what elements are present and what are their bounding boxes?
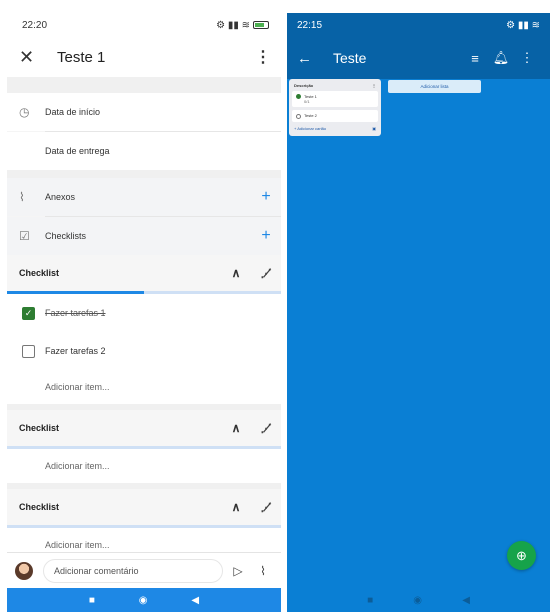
incomplete-dot-icon: [296, 113, 301, 119]
checklist-progress-bar: [7, 525, 281, 528]
back-arrow-icon[interactable]: ←: [297, 50, 323, 67]
checklist-progress-bar: [7, 446, 281, 449]
checklist-title[interactable]: Checklist: [19, 268, 221, 278]
board-card[interactable]: Teste 1 0/1: [292, 91, 378, 108]
list-header: Descrição ⋮: [292, 82, 378, 91]
checklist-header: Checklist ∧ ⋰̸: [7, 489, 281, 525]
bell-icon[interactable]: 🔔︎: [488, 50, 514, 66]
filter-icon[interactable]: ≡: [462, 51, 488, 66]
zoom-fab[interactable]: ⊕: [507, 541, 536, 570]
add-card-row[interactable]: + Adicionar cartão ▣: [292, 125, 378, 132]
board-header: ← Teste ≡ 🔔︎ ⋮: [287, 37, 550, 79]
recents-icon[interactable]: ■: [367, 595, 373, 606]
hide-checked-icon[interactable]: ⋰̸: [251, 422, 281, 435]
add-item-button[interactable]: Adicionar item...: [7, 449, 281, 483]
nav-bar: ■ ◉ ◀: [287, 588, 550, 612]
spacer: [7, 170, 281, 178]
home-icon[interactable]: ◉: [413, 595, 422, 606]
signal-icon: ⚙ ▮▮ ≋: [506, 19, 540, 31]
home-icon[interactable]: ◉: [139, 595, 148, 606]
checklist-item[interactable]: ✓ Fazer tarefas 1: [7, 294, 281, 332]
card-title: Teste 2: [304, 113, 317, 119]
screenshot-root: 22:20 ⚙ ▮▮ ≋ ✕ Teste 1 ⋮ ◷ Data de iníci…: [0, 0, 550, 612]
board-card[interactable]: Teste 2: [292, 110, 378, 122]
complete-dot-icon: [296, 94, 301, 100]
comment-bar: Adicionar comentário ▷ ⌇: [7, 552, 281, 588]
board-list: Descrição ⋮ Teste 1 0/1 Teste 2 + Adicio…: [289, 79, 381, 136]
status-bar: 22:15 ⚙ ▮▮ ≋: [287, 13, 550, 37]
chevron-up-icon[interactable]: ∧: [221, 421, 251, 435]
status-time: 22:20: [22, 19, 48, 31]
checklist-header: Checklist ∧ ⋰̸: [7, 410, 281, 446]
signal-icon: ⚙ ▮▮ ≋: [216, 19, 250, 31]
checklist-header: Checklist ∧ ⋰̸: [7, 255, 281, 291]
add-item-button[interactable]: Adicionar item...: [7, 370, 281, 404]
checklist-item[interactable]: Fazer tarefas 2: [7, 332, 281, 370]
unchecked-checkbox[interactable]: [22, 344, 35, 358]
add-card-button[interactable]: + Adicionar cartão: [294, 126, 326, 131]
checked-checkbox[interactable]: ✓: [22, 306, 35, 320]
card-title: Teste 1: [304, 94, 317, 99]
back-icon[interactable]: ◀: [191, 595, 199, 606]
status-icons: ⚙ ▮▮ ≋: [216, 20, 269, 31]
hide-checked-icon[interactable]: ⋰̸: [251, 267, 281, 280]
card-title[interactable]: Teste 1: [45, 49, 255, 66]
checkbox-icon: ☑: [19, 229, 30, 243]
checklist-item-label[interactable]: Fazer tarefas 1: [45, 308, 106, 318]
recents-icon[interactable]: ■: [89, 595, 95, 606]
checklist-title[interactable]: Checklist: [19, 502, 221, 512]
checklist-item-label[interactable]: Fazer tarefas 2: [45, 346, 106, 356]
attachments-label: Anexos: [45, 192, 76, 202]
battery-icon: [253, 21, 269, 29]
checklist-title[interactable]: Checklist: [19, 423, 221, 433]
add-list-button[interactable]: Adicionar lista: [388, 80, 481, 93]
attachments-row[interactable]: ⌇ Anexos +: [7, 178, 281, 216]
more-options-icon[interactable]: ⋮: [514, 50, 540, 66]
card-detail-screen: 22:20 ⚙ ▮▮ ≋ ✕ Teste 1 ⋮ ◷ Data de iníci…: [7, 13, 281, 612]
nav-bar: ■ ◉ ◀: [7, 588, 281, 612]
card-header: ✕ Teste 1 ⋮: [7, 37, 281, 77]
hide-checked-icon[interactable]: ⋰̸: [251, 501, 281, 514]
status-icons: ⚙ ▮▮ ≋: [506, 20, 540, 31]
chevron-up-icon[interactable]: ∧: [221, 266, 251, 280]
start-date-row[interactable]: ◷ Data de início: [7, 93, 281, 131]
paperclip-icon: ⌇: [19, 190, 25, 204]
progress-fill: [7, 291, 144, 294]
comment-input[interactable]: Adicionar comentário: [43, 558, 223, 583]
clock-icon: ◷: [19, 105, 30, 119]
more-options-icon[interactable]: ⋮: [255, 47, 271, 67]
list-more-icon[interactable]: ⋮: [372, 83, 376, 88]
checklist-progress-bar: [7, 291, 281, 294]
zoom-icon: ⊕: [516, 547, 527, 563]
attach-icon[interactable]: ⌇: [253, 564, 273, 578]
checklists-label: Checklists: [45, 231, 87, 241]
add-checklist-icon[interactable]: +: [251, 227, 281, 245]
checklist-badge: 0/1: [304, 99, 310, 105]
board-title: Teste: [333, 50, 367, 66]
list-title[interactable]: Descrição: [294, 83, 313, 88]
spacer: [7, 77, 281, 93]
send-icon[interactable]: ▷: [223, 564, 253, 578]
status-time: 22:15: [297, 19, 323, 31]
checklists-row[interactable]: ☑ Checklists +: [7, 217, 281, 255]
start-date-label: Data de início: [45, 107, 101, 117]
avatar: [15, 561, 33, 580]
board-screen: 22:15 ⚙ ▮▮ ≋ ← Teste ≡ 🔔︎ ⋮ Descrição ⋮ …: [287, 13, 550, 612]
close-icon[interactable]: ✕: [19, 47, 45, 68]
due-date-label: Data de entrega: [45, 146, 110, 156]
chevron-up-icon[interactable]: ∧: [221, 500, 251, 514]
image-icon[interactable]: ▣: [372, 126, 376, 131]
back-icon[interactable]: ◀: [462, 595, 470, 606]
due-date-row[interactable]: Data de entrega: [7, 132, 281, 170]
status-bar: 22:20 ⚙ ▮▮ ≋: [7, 13, 281, 37]
add-attachment-icon[interactable]: +: [251, 188, 281, 206]
